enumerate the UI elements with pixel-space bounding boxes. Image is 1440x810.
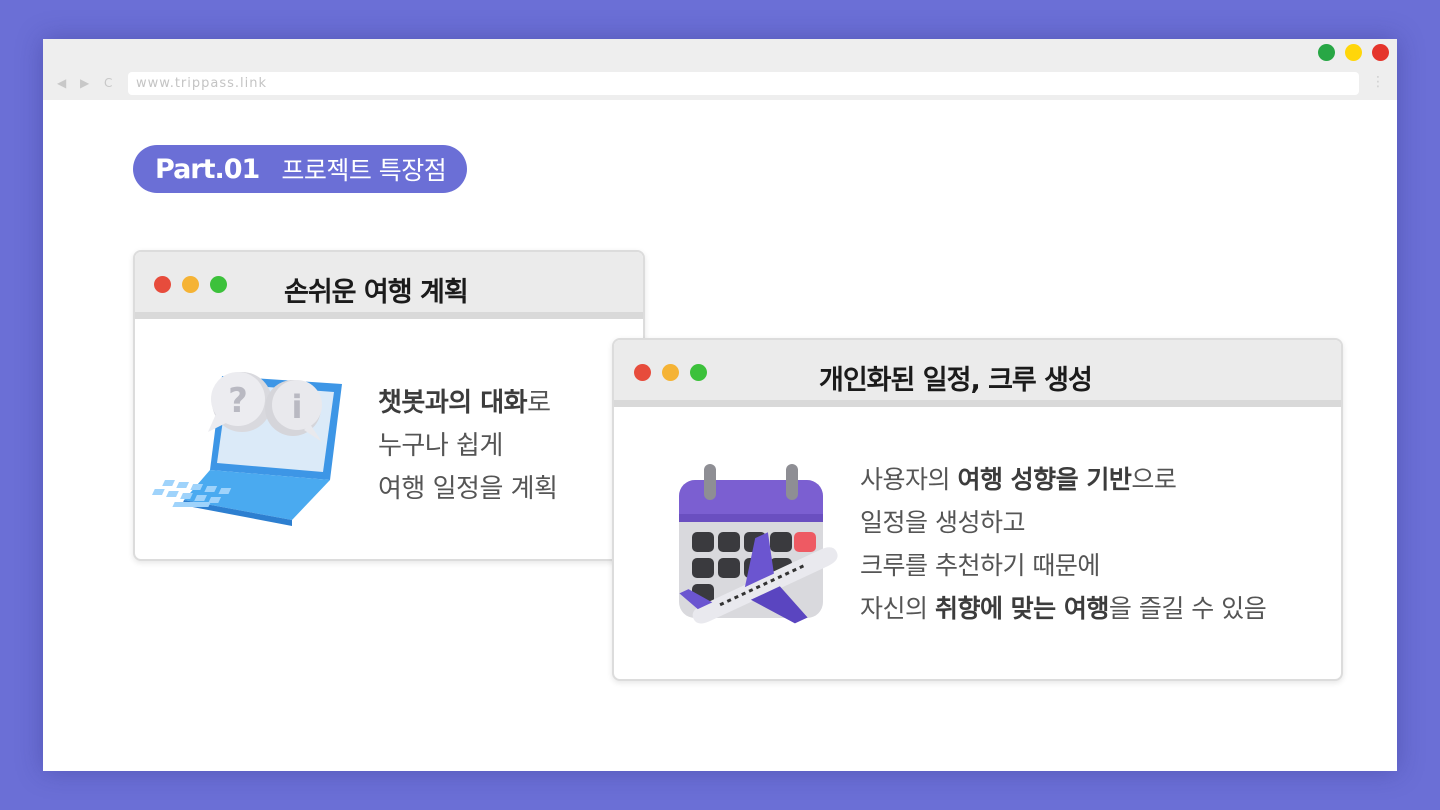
maximize-button[interactable] <box>1318 44 1335 61</box>
description-text: 을 즐길 수 있음 <box>1108 594 1267 623</box>
card-titlebar: 손쉬운 여행 계획 <box>135 252 643 319</box>
description-line: 자신의 취향에 맞는 여행을 즐길 수 있음 <box>860 587 1267 630</box>
calendar-plane-icon <box>679 464 838 624</box>
laptop-chat-icon: ? i <box>151 372 342 526</box>
description-line: 챗봇과의 대화로 <box>378 382 557 425</box>
browser-toolbar: ◀ ▶ C www.trippass.link ⋮ <box>43 39 1397 100</box>
highlight-text: 취향에 맞는 여행 <box>934 594 1109 623</box>
description-line: 누구나 쉽게 <box>378 425 557 468</box>
card-minimize-dot <box>182 276 199 293</box>
description-text: 여행 일정을 계획 <box>378 474 558 504</box>
card-description: 챗봇과의 대화로누구나 쉽게여행 일정을 계획 <box>378 382 558 511</box>
more-icon[interactable]: ⋮ <box>1371 73 1385 91</box>
description-line: 여행 일정을 계획 <box>378 468 558 511</box>
card-description: 사용자의 여행 성향을 기반으로일정을 생성하고크루를 추천하기 때문에자신의 … <box>860 458 1267 630</box>
highlight-text: 여행 성향을 기반 <box>957 465 1132 494</box>
highlight-text: 챗봇과의 대화 <box>378 388 528 418</box>
description-line: 일정을 생성하고 <box>860 501 1266 544</box>
description-text: 자신의 <box>860 594 935 623</box>
description-text: 사용자의 <box>860 465 958 494</box>
svg-text:?: ? <box>228 381 248 421</box>
description-text: 크루를 추천하기 때문에 <box>860 551 1100 580</box>
reload-icon[interactable]: C <box>104 75 112 91</box>
description-text: 으로 <box>1131 465 1177 494</box>
minimize-button[interactable] <box>1345 44 1362 61</box>
section-title: 프로젝트 특장점 <box>281 156 447 185</box>
svg-text:i: i <box>292 388 303 426</box>
card-close-dot <box>154 276 171 293</box>
close-button[interactable] <box>1372 44 1389 61</box>
forward-icon[interactable]: ▶ <box>80 75 89 91</box>
card-titlebar: 개인화된 일정, 크루 생성 <box>614 340 1341 407</box>
card-title: 개인화된 일정, 크루 생성 <box>819 365 1093 396</box>
description-line: 사용자의 여행 성향을 기반으로 <box>860 458 1266 501</box>
description-text: 누구나 쉽게 <box>378 431 503 461</box>
section-label: Part.01 <box>155 153 260 185</box>
back-icon[interactable]: ◀ <box>57 75 66 91</box>
card-close-dot <box>634 364 651 381</box>
description-text: 로 <box>527 388 551 418</box>
card-maximize-dot <box>210 276 227 293</box>
address-bar[interactable]: www.trippass.link <box>128 72 1359 95</box>
description-text: 일정을 생성하고 <box>860 508 1025 537</box>
card-minimize-dot <box>662 364 679 381</box>
description-line: 크루를 추천하기 때문에 <box>860 544 1266 587</box>
section-badge: Part.01 프로젝트 특장점 <box>133 145 467 193</box>
card-title: 손쉬운 여행 계획 <box>284 277 469 308</box>
card-maximize-dot <box>690 364 707 381</box>
